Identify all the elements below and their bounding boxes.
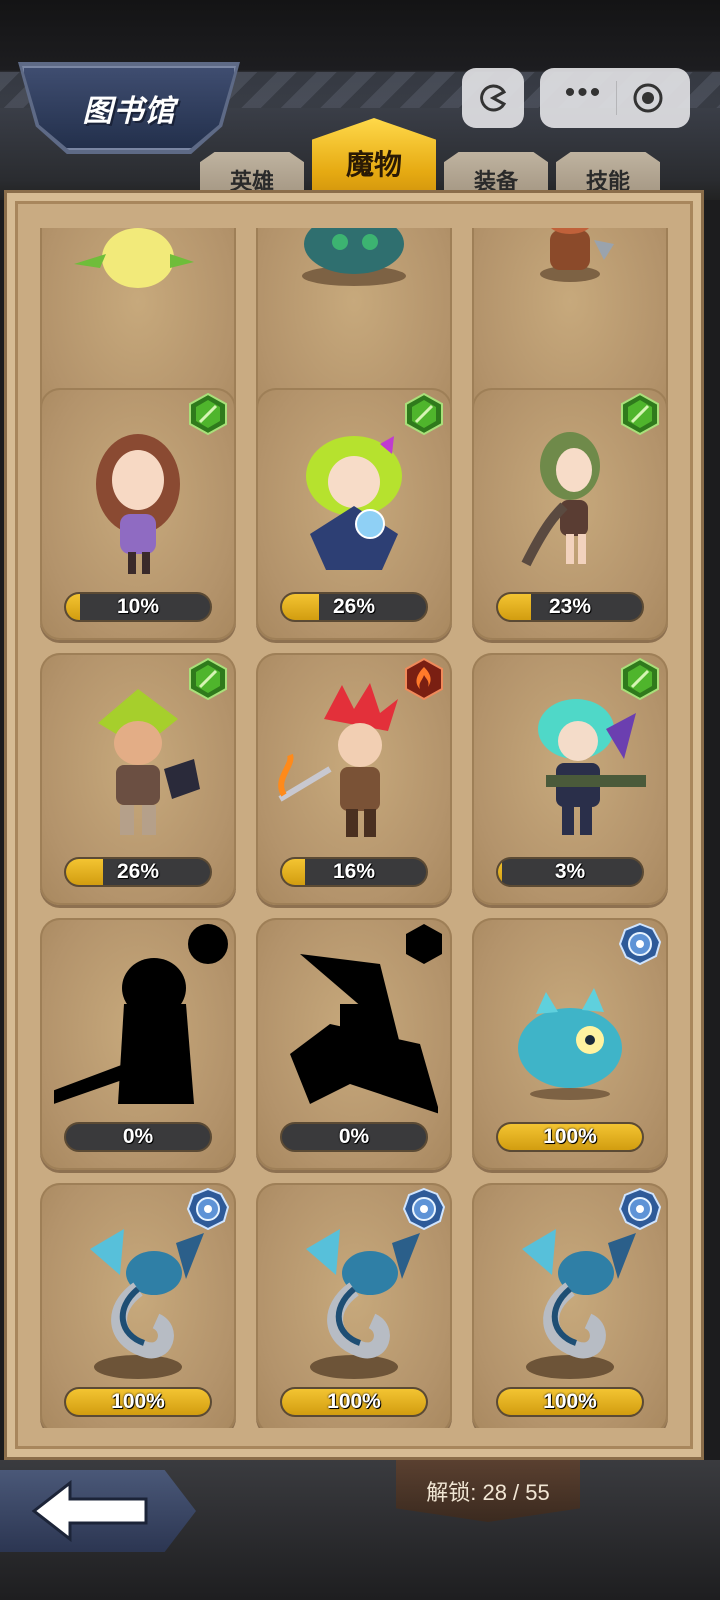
target-close-icon[interactable] <box>631 81 665 115</box>
progress-bar: 100% <box>496 1122 644 1152</box>
nature-element-icon <box>402 392 446 436</box>
silhouette-bird-portrait <box>270 944 438 1120</box>
monster-card-silhouette-knight[interactable]: 0% <box>40 918 236 1170</box>
progress-bar: 26% <box>280 592 428 622</box>
game-menu-button[interactable] <box>462 68 524 128</box>
water-element-icon <box>618 922 662 966</box>
progress-label: 3% <box>554 860 586 883</box>
progress-label: 100% <box>543 1125 597 1148</box>
nature-element-icon <box>186 392 230 436</box>
fire-element-icon <box>402 657 446 701</box>
arrow-left-icon <box>31 1479 148 1543</box>
monster-card-green-hair-brawler[interactable]: 26% <box>40 653 236 905</box>
page-title: 图书馆 <box>82 95 176 128</box>
blue-seahorse-dragon-portrait <box>54 1209 222 1385</box>
progress-label: 0% <box>122 1125 154 1148</box>
nature-element-icon <box>186 657 230 701</box>
monster-card-silhouette-bird[interactable]: 0% <box>256 918 452 1170</box>
progress-label: 26% <box>332 595 376 618</box>
water-element-icon <box>186 1187 230 1231</box>
blue-seahorse-dragon-portrait <box>270 1209 438 1385</box>
more-dots-icon[interactable]: ••• <box>565 78 603 108</box>
capsule-divider <box>616 81 618 115</box>
brown-hair-girl-portrait <box>54 414 222 590</box>
progress-bar: 16% <box>280 857 428 887</box>
monster-card-blue-blob[interactable]: 100% <box>472 918 668 1170</box>
teal-hair-gunner-portrait <box>486 679 654 855</box>
red-hair-swordsman-portrait <box>270 679 438 855</box>
green-hair-mage-portrait <box>270 414 438 590</box>
monster-card-blue-seahorse-dragon[interactable]: 100% <box>256 1183 452 1428</box>
blue-seahorse-dragon-portrait <box>486 1209 654 1385</box>
progress-bar: 26% <box>64 857 212 887</box>
progress-bar: 10% <box>64 592 212 622</box>
locked-hexagon-element-icon <box>402 922 446 966</box>
progress-label: 100% <box>111 1390 165 1413</box>
monster-card-green-hair-mage[interactable]: 26% <box>256 388 452 640</box>
progress-bar: 100% <box>280 1387 428 1417</box>
monster-card-blue-seahorse-dragon[interactable]: 100% <box>472 1183 668 1428</box>
locked-circle-element-icon <box>186 922 230 966</box>
progress-bar: 23% <box>496 592 644 622</box>
progress-label: 16% <box>332 860 376 883</box>
monster-card-green-hair-archer[interactable]: 23% <box>472 388 668 640</box>
green-beast-portrait <box>270 228 438 390</box>
progress-label: 0% <box>338 1125 370 1148</box>
monster-card-red-hair-swordsman[interactable]: 16% <box>256 653 452 905</box>
nature-element-icon <box>618 657 662 701</box>
progress-bar: 3% <box>496 857 644 887</box>
yellow-sprout-portrait <box>54 228 222 390</box>
blue-blob-portrait <box>486 944 654 1120</box>
progress-bar: 100% <box>64 1387 212 1417</box>
monster-grid[interactable]: 100%100%100%10%26%23%26%16%3%0%0%100%100… <box>26 228 690 1428</box>
monster-card-blue-seahorse-dragon[interactable]: 100% <box>40 1183 236 1428</box>
water-element-icon <box>618 1187 662 1231</box>
nature-element-icon <box>618 392 662 436</box>
monster-card-brown-hair-girl[interactable]: 10% <box>40 388 236 640</box>
green-hair-archer-portrait <box>486 414 654 590</box>
progress-label: 10% <box>116 595 160 618</box>
progress-label: 26% <box>116 860 160 883</box>
progress-bar: 0% <box>280 1122 428 1152</box>
monster-card-teal-hair-gunner[interactable]: 3% <box>472 653 668 905</box>
water-element-icon <box>402 1187 446 1231</box>
green-hair-brawler-portrait <box>54 679 222 855</box>
progress-bar: 0% <box>64 1122 212 1152</box>
boar-warrior-portrait <box>486 228 654 390</box>
back-button[interactable] <box>0 1470 196 1552</box>
progress-bar: 100% <box>496 1387 644 1417</box>
capsule-menu: ••• <box>540 68 690 128</box>
progress-label: 100% <box>543 1390 597 1413</box>
silhouette-knight-portrait <box>54 944 222 1120</box>
pacman-icon <box>480 84 507 112</box>
progress-label: 23% <box>548 595 592 618</box>
progress-label: 100% <box>327 1390 381 1413</box>
